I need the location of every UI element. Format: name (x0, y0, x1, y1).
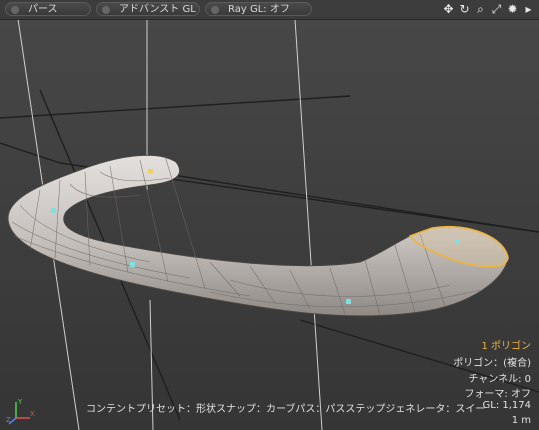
rotate-view-icon[interactable]: ↻ (458, 3, 471, 16)
tool-pipe-status: コンテントプリセット：形状スナップ：カーブパス：パスステップジェネレータ：スイー… (86, 404, 486, 415)
dropdown-dot-icon (11, 6, 19, 14)
channel-info: チャンネル: 0 (468, 374, 531, 385)
former-info: フォーマ: オフ (464, 389, 531, 400)
zoom-view-icon[interactable]: ⌕ (474, 3, 487, 16)
dropdown-dot-icon (102, 6, 110, 14)
advanced-gl-label: アドバンスト GL (119, 4, 196, 15)
ray-gl-label: Ray GL: オフ (228, 4, 290, 15)
perspective-label: パース (28, 4, 58, 15)
gl-count: GL: 1,174 (482, 400, 532, 411)
polygon-type: ポリゴン：(複合) (453, 358, 531, 369)
axis-x-label: X (30, 410, 35, 418)
dropdown-dot-icon (211, 6, 219, 14)
axis-y-label: Y (17, 398, 23, 406)
scale-info: 1 m (511, 415, 531, 426)
axis-gizmo: X Y Z (6, 398, 35, 425)
maximize-view-icon[interactable]: ⤢ (490, 3, 503, 16)
selection-count: 1 ポリゴン (481, 341, 531, 352)
ray-gl-button[interactable]: Ray GL: オフ (205, 2, 312, 16)
axis-z-label: Z (6, 416, 11, 424)
advanced-gl-button[interactable]: アドバンスト GL (96, 2, 200, 16)
3d-viewport[interactable]: パース アドバンスト GL Ray GL: オフ ✥ ↻ ⌕ ⤢ ✹ ▸ 1 ポ… (0, 0, 539, 430)
perspective-button[interactable]: パース (5, 2, 91, 16)
move-view-icon[interactable]: ✥ (442, 3, 455, 16)
settings-icon[interactable]: ✹ (506, 3, 519, 16)
view-controls: ✥ ↻ ⌕ ⤢ ✹ ▸ (442, 1, 535, 18)
tube-mesh (7, 154, 509, 317)
viewport-toolbar: パース アドバンスト GL Ray GL: オフ ✥ ↻ ⌕ ⤢ ✹ ▸ (0, 0, 539, 20)
more-arrow-icon[interactable]: ▸ (522, 3, 535, 16)
